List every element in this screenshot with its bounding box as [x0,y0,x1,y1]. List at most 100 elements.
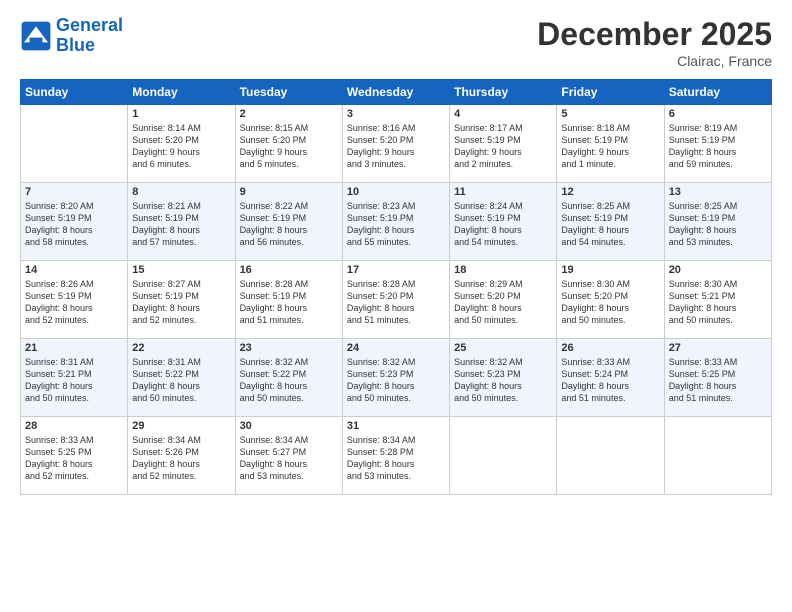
table-row: 26 Sunrise: 8:33 AM Sunset: 5:24 PM Dayli… [557,339,664,417]
day-number: 20 [669,264,767,276]
day-info: Sunrise: 8:34 AM Sunset: 5:26 PM Dayligh… [132,434,230,483]
day-info: Sunrise: 8:22 AM Sunset: 5:19 PM Dayligh… [240,200,338,249]
day-number: 26 [561,342,659,354]
day-number: 7 [25,186,123,198]
day-info: Sunrise: 8:19 AM Sunset: 5:19 PM Dayligh… [669,122,767,171]
table-row: 9Sunrise: 8:22 AM Sunset: 5:19 PM Daylig… [235,183,342,261]
header-monday: Monday [128,80,235,105]
day-number: 15 [132,264,230,276]
header: General Blue December 2025 Clairac, Fran… [20,16,772,69]
table-row: 4 Sunrise: 8:17 AM Sunset: 5:19 PM Daylig… [450,105,557,183]
day-number: 13 [669,186,767,198]
day-number: 3 [347,108,445,120]
table-row: 5 Sunrise: 8:18 AM Sunset: 5:19 PM Daylig… [557,105,664,183]
table-row: 14Sunrise: 8:26 AM Sunset: 5:19 PM Dayli… [21,261,128,339]
table-row: 7 Sunrise: 8:20 AM Sunset: 5:19 PM Daylig… [21,183,128,261]
day-info: Sunrise: 8:20 AM Sunset: 5:19 PM Dayligh… [25,200,123,249]
day-number: 24 [347,342,445,354]
table-row: 2Sunrise: 8:15 AM Sunset: 5:20 PM Daylig… [235,105,342,183]
day-info: Sunrise: 8:16 AM Sunset: 5:20 PM Dayligh… [347,122,445,171]
table-row: 18Sunrise: 8:29 AM Sunset: 5:20 PM Dayli… [450,261,557,339]
table-row: 11Sunrise: 8:24 AM Sunset: 5:19 PM Dayli… [450,183,557,261]
day-number: 21 [25,342,123,354]
calendar-week-row: 14Sunrise: 8:26 AM Sunset: 5:19 PM Dayli… [21,261,772,339]
table-row: 31Sunrise: 8:34 AM Sunset: 5:28 PM Dayli… [342,417,449,495]
day-number: 17 [347,264,445,276]
day-info: Sunrise: 8:30 AM Sunset: 5:21 PM Dayligh… [669,278,767,327]
day-info: Sunrise: 8:33 AM Sunset: 5:25 PM Dayligh… [669,356,767,405]
table-row: 25 Sunrise: 8:32 AM Sunset: 5:23 PM Dayli… [450,339,557,417]
day-info: Sunrise: 8:31 AM Sunset: 5:21 PM Dayligh… [25,356,123,405]
logo-text: General Blue [56,16,123,56]
table-row: 10 Sunrise: 8:23 AM Sunset: 5:19 PM Dayli… [342,183,449,261]
table-row: 21 Sunrise: 8:31 AM Sunset: 5:21 PM Dayli… [21,339,128,417]
table-row: 17 Sunrise: 8:28 AM Sunset: 5:20 PM Dayli… [342,261,449,339]
day-info: Sunrise: 8:33 AM Sunset: 5:25 PM Dayligh… [25,434,123,483]
table-row: 13 Sunrise: 8:25 AM Sunset: 5:19 PM Dayli… [664,183,771,261]
table-row: 16Sunrise: 8:28 AM Sunset: 5:19 PM Dayli… [235,261,342,339]
day-number: 12 [561,186,659,198]
day-number: 28 [25,420,123,432]
table-row: 22Sunrise: 8:31 AM Sunset: 5:22 PM Dayli… [128,339,235,417]
day-info: Sunrise: 8:21 AM Sunset: 5:19 PM Dayligh… [132,200,230,249]
day-number: 14 [25,264,123,276]
table-row [664,417,771,495]
day-info: Sunrise: 8:32 AM Sunset: 5:22 PM Dayligh… [240,356,338,405]
header-wednesday: Wednesday [342,80,449,105]
header-saturday: Saturday [664,80,771,105]
day-info: Sunrise: 8:27 AM Sunset: 5:19 PM Dayligh… [132,278,230,327]
day-info: Sunrise: 8:23 AM Sunset: 5:19 PM Dayligh… [347,200,445,249]
day-number: 4 [454,108,552,120]
location: Clairac, France [537,53,772,69]
table-row: 19 Sunrise: 8:30 AM Sunset: 5:20 PM Dayli… [557,261,664,339]
logo-icon [20,20,52,52]
day-info: Sunrise: 8:32 AM Sunset: 5:23 PM Dayligh… [454,356,552,405]
day-number: 23 [240,342,338,354]
day-info: Sunrise: 8:33 AM Sunset: 5:24 PM Dayligh… [561,356,659,405]
table-row: 6 Sunrise: 8:19 AM Sunset: 5:19 PM Daylig… [664,105,771,183]
header-tuesday: Tuesday [235,80,342,105]
table-row: 29 Sunrise: 8:34 AM Sunset: 5:26 PM Dayli… [128,417,235,495]
title-area: December 2025 Clairac, France [537,16,772,69]
day-info: Sunrise: 8:30 AM Sunset: 5:20 PM Dayligh… [561,278,659,327]
day-number: 27 [669,342,767,354]
table-row: 20 Sunrise: 8:30 AM Sunset: 5:21 PM Dayli… [664,261,771,339]
table-row: 27 Sunrise: 8:33 AM Sunset: 5:25 PM Dayli… [664,339,771,417]
day-number: 1 [132,108,230,120]
day-number: 29 [132,420,230,432]
day-info: Sunrise: 8:25 AM Sunset: 5:19 PM Dayligh… [669,200,767,249]
day-number: 19 [561,264,659,276]
day-info: Sunrise: 8:17 AM Sunset: 5:19 PM Dayligh… [454,122,552,171]
header-sunday: Sunday [21,80,128,105]
logo-line2: Blue [56,35,95,55]
month-title: December 2025 [537,16,772,53]
day-number: 10 [347,186,445,198]
day-number: 30 [240,420,338,432]
table-row: 1 Sunrise: 8:14 AM Sunset: 5:20 PM Daylig… [128,105,235,183]
calendar-header-row: Sunday Monday Tuesday Wednesday Thursday… [21,80,772,105]
day-number: 6 [669,108,767,120]
table-row: 3 Sunrise: 8:16 AM Sunset: 5:20 PM Daylig… [342,105,449,183]
table-row [557,417,664,495]
day-info: Sunrise: 8:25 AM Sunset: 5:19 PM Dayligh… [561,200,659,249]
day-number: 25 [454,342,552,354]
day-info: Sunrise: 8:31 AM Sunset: 5:22 PM Dayligh… [132,356,230,405]
day-info: Sunrise: 8:18 AM Sunset: 5:19 PM Dayligh… [561,122,659,171]
calendar-week-row: 1 Sunrise: 8:14 AM Sunset: 5:20 PM Daylig… [21,105,772,183]
calendar-table: Sunday Monday Tuesday Wednesday Thursday… [20,79,772,495]
day-info: Sunrise: 8:32 AM Sunset: 5:23 PM Dayligh… [347,356,445,405]
day-number: 5 [561,108,659,120]
table-row: 28 Sunrise: 8:33 AM Sunset: 5:25 PM Dayli… [21,417,128,495]
day-number: 2 [240,108,338,120]
day-number: 16 [240,264,338,276]
logo: General Blue [20,16,123,56]
calendar-week-row: 7 Sunrise: 8:20 AM Sunset: 5:19 PM Daylig… [21,183,772,261]
table-row: 15 Sunrise: 8:27 AM Sunset: 5:19 PM Dayli… [128,261,235,339]
table-row [21,105,128,183]
day-info: Sunrise: 8:14 AM Sunset: 5:20 PM Dayligh… [132,122,230,171]
table-row: 24 Sunrise: 8:32 AM Sunset: 5:23 PM Dayli… [342,339,449,417]
day-info: Sunrise: 8:28 AM Sunset: 5:20 PM Dayligh… [347,278,445,327]
logo-line1: General [56,15,123,35]
page: General Blue December 2025 Clairac, Fran… [0,0,792,612]
table-row: 30Sunrise: 8:34 AM Sunset: 5:27 PM Dayli… [235,417,342,495]
